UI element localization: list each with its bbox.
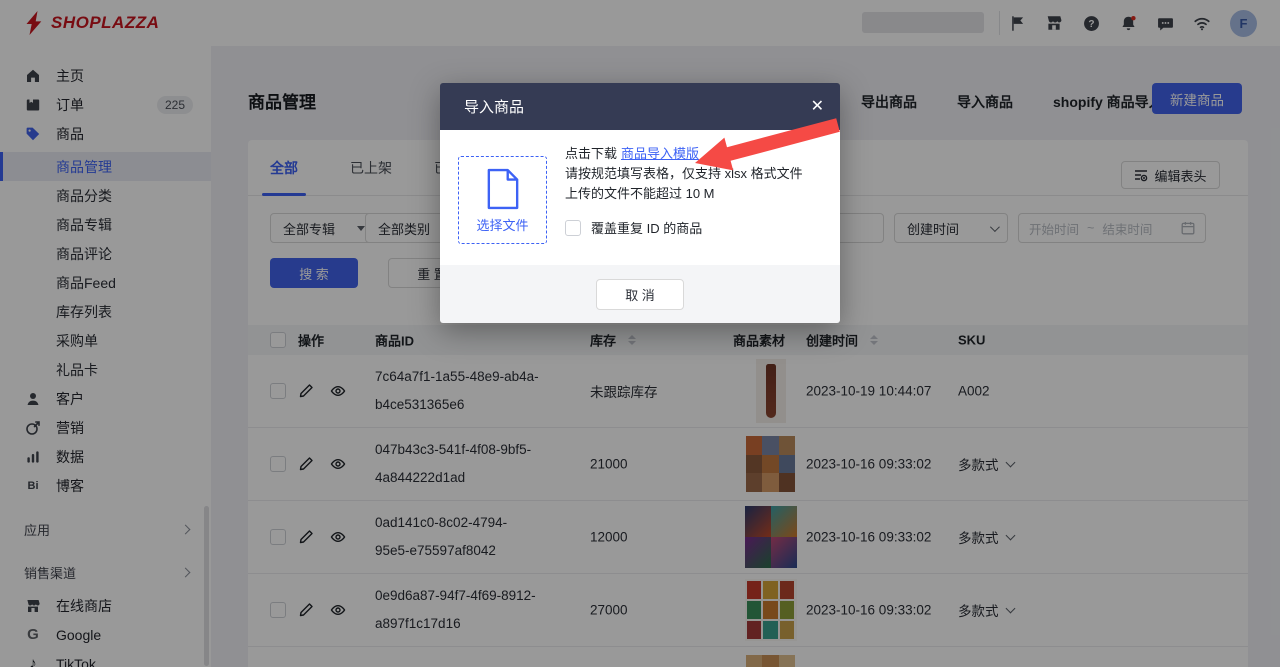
download-hint: 点击下载 — [565, 146, 617, 161]
overwrite-checkbox-label: 覆盖重复 ID 的商品 — [591, 218, 702, 237]
overwrite-checkbox-row: 覆盖重复 ID 的商品 — [565, 218, 702, 237]
overwrite-checkbox[interactable] — [565, 220, 581, 236]
template-download-link[interactable]: 商品导入模版 — [621, 146, 699, 161]
modal-footer: 取 消 — [440, 265, 840, 323]
close-icon[interactable]: ✕ — [811, 99, 824, 115]
import-products-modal: 导入商品 ✕ 选择文件 点击下载商品导入模版 请按规范填写表格，仅支持 xlsx… — [440, 83, 840, 323]
modal-body: 选择文件 点击下载商品导入模版 请按规范填写表格，仅支持 xlsx 格式文件 上… — [440, 130, 840, 265]
modal-header: 导入商品 ✕ — [440, 83, 840, 130]
format-hint: 请按规范填写表格，仅支持 xlsx 格式文件 — [565, 164, 827, 184]
choose-file-dropzone[interactable]: 选择文件 — [458, 156, 547, 244]
modal-title: 导入商品 — [464, 96, 524, 117]
modal-instructions: 点击下载商品导入模版 请按规范填写表格，仅支持 xlsx 格式文件 上传的文件不… — [565, 144, 827, 204]
choose-file-label: 选择文件 — [476, 215, 528, 234]
cancel-button[interactable]: 取 消 — [596, 279, 684, 310]
size-hint: 上传的文件不能超过 10 M — [565, 184, 827, 204]
file-icon — [486, 168, 520, 210]
